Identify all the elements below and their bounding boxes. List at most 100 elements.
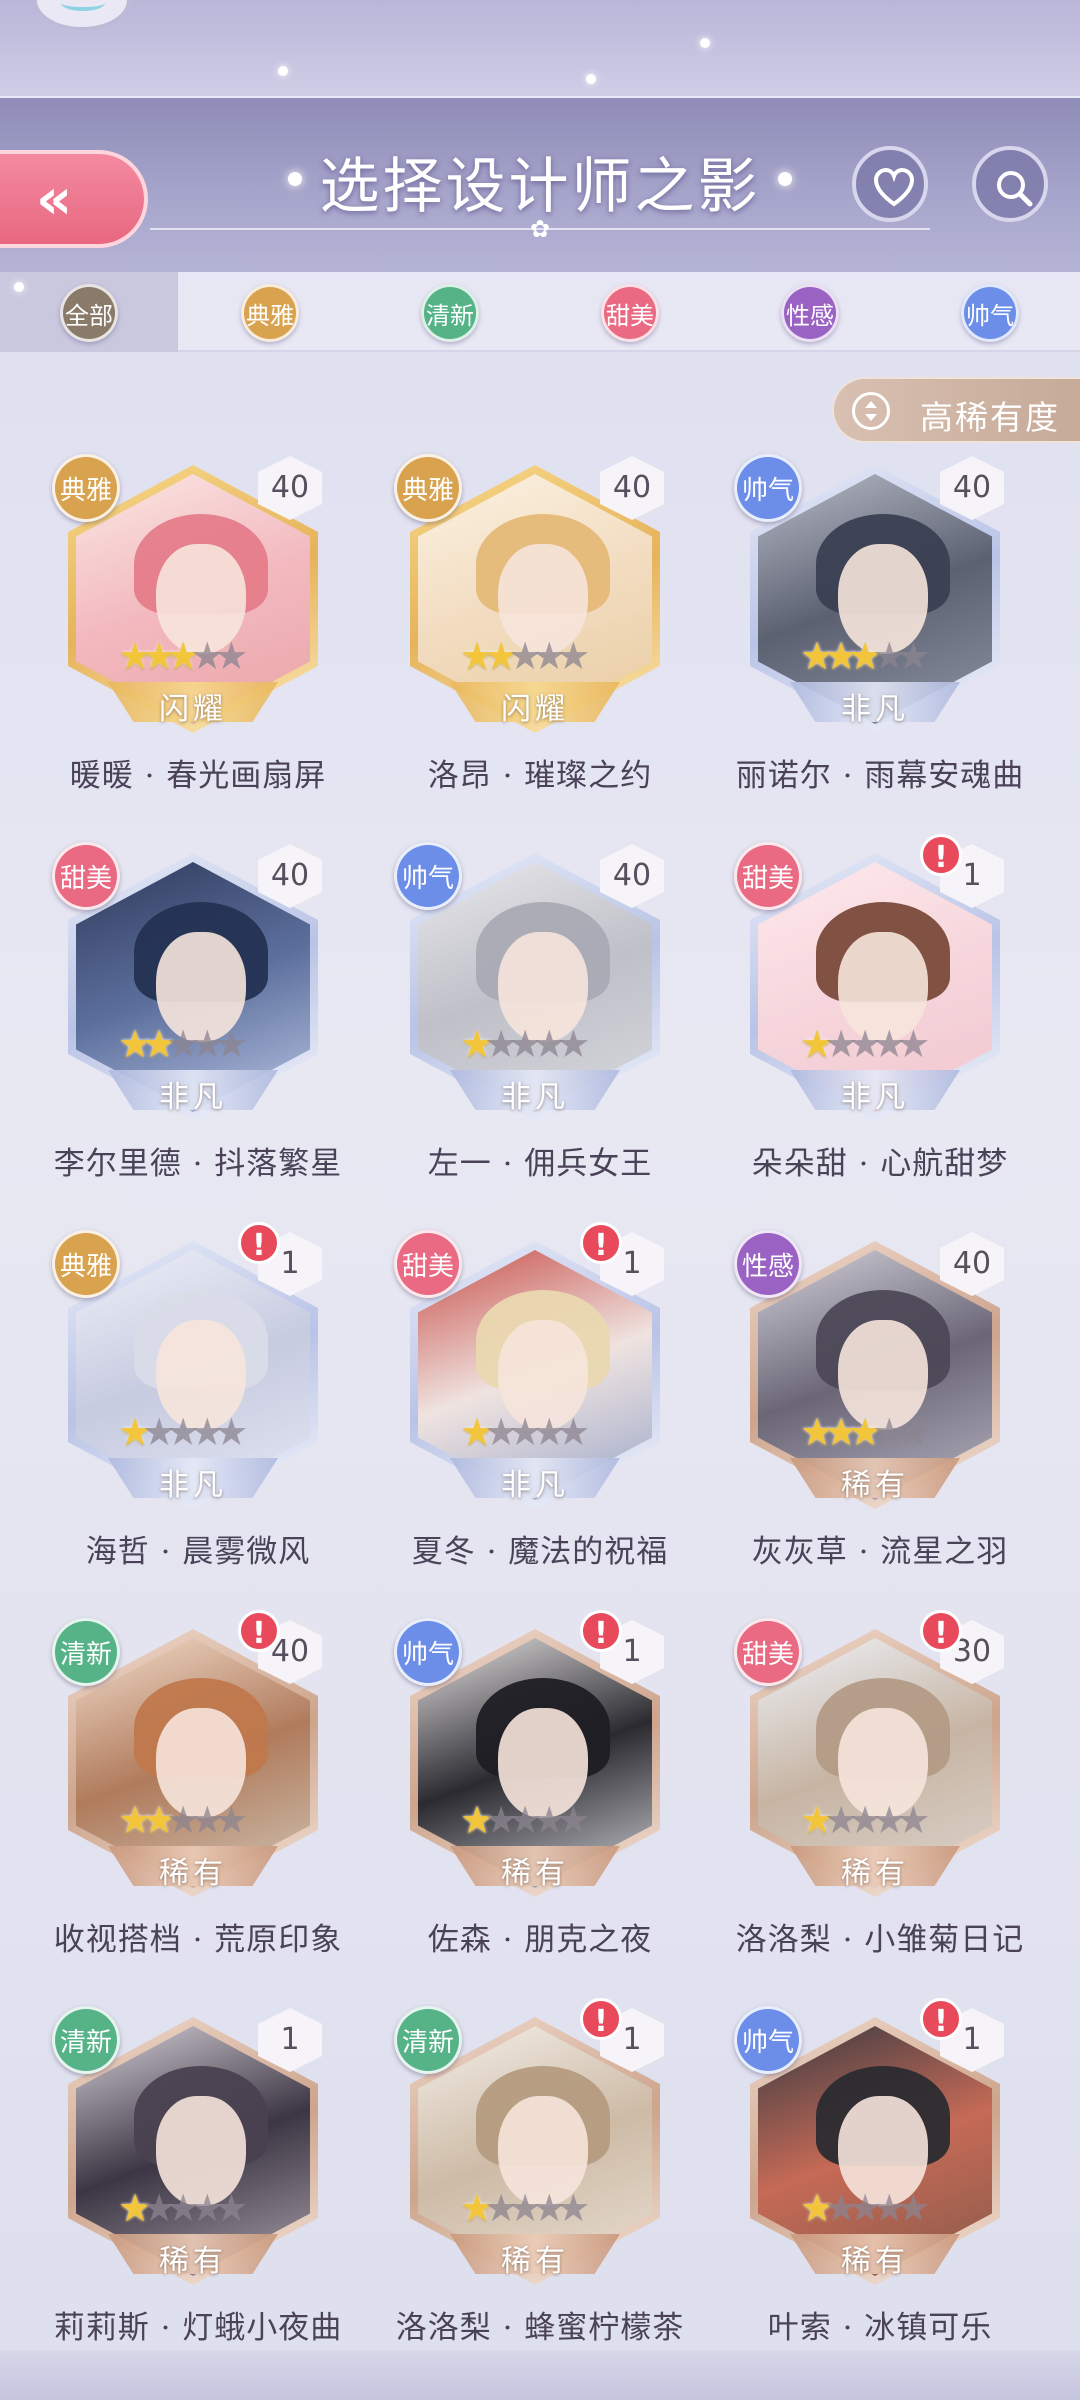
rarity-label: 非凡 <box>159 1080 227 1115</box>
star-rating: ★★★★★ <box>118 1800 288 1844</box>
star-icon: ★ <box>896 1022 931 1066</box>
alert-icon: ! <box>580 1998 622 2040</box>
card-name: 暖暖 · 春光画扇屏 <box>69 758 327 794</box>
card-name: 叶索 · 冰镇可乐 <box>767 2310 993 2346</box>
card-name: 李尔里德 · 抖落繁星 <box>53 1146 343 1182</box>
card-name: 洛洛梨 · 蜂蜜柠檬茶 <box>395 2310 685 2346</box>
designer-card[interactable]: ★★★★★ 稀有 帅气 1! 叶索 · 冰镇可乐 <box>730 1998 1030 2346</box>
star-icon: ★ <box>556 1022 591 1066</box>
designer-card[interactable]: ★★★★★ 非凡 甜美 40 李尔里德 · 抖落繁星 <box>48 838 348 1182</box>
sort-button[interactable]: 高稀有度 <box>832 377 1080 443</box>
star-icon: ★ <box>896 2186 931 2230</box>
star-rating: ★★★★★ <box>460 2188 630 2232</box>
top-status-strip <box>0 0 1080 96</box>
style-tag-badge: 典雅 <box>394 454 462 522</box>
star-icon: ★ <box>214 1022 249 1066</box>
star-rating: ★★★★★ <box>800 1412 970 1456</box>
card-name: 洛洛梨 · 小雏菊日记 <box>735 1922 1025 1958</box>
star-icon: ★ <box>896 634 931 678</box>
rarity-label: 闪耀 <box>501 692 569 727</box>
style-tag-badge: 帅气 <box>734 2006 802 2074</box>
filter-fresh[interactable]: 清新 <box>421 284 479 342</box>
designer-card[interactable]: ★★★★★ 稀有 清新 40! 收视搭档 · 荒原印象 <box>48 1610 348 1958</box>
rarity-label: 稀有 <box>841 2244 909 2279</box>
filter-sweet[interactable]: 甜美 <box>601 284 659 342</box>
rarity-label: 非凡 <box>501 1468 569 1503</box>
card-name: 灰灰草 · 流星之羽 <box>751 1534 1009 1570</box>
star-rating: ★★★★★ <box>800 1800 970 1844</box>
star-icon: ★ <box>556 1798 591 1842</box>
sparkle-decoration <box>586 74 596 84</box>
rarity-label: 非凡 <box>501 1080 569 1115</box>
designer-card[interactable]: ★★★★★ 闪耀 典雅 40 暖暖 · 春光画扇屏 <box>48 450 348 794</box>
star-icon: ★ <box>214 634 249 678</box>
filter-all[interactable]: 全部 <box>60 284 118 342</box>
heart-icon <box>873 167 915 207</box>
star-rating: ★★★★★ <box>118 2188 288 2232</box>
card-name: 收视搭档 · 荒原印象 <box>53 1922 343 1958</box>
designer-shadow-grid: ★★★★★ 闪耀 典雅 40 暖暖 · 春光画扇屏 ★★★★★ 闪耀 典雅 40 洛昂 · 璀璨之… <box>0 450 1080 2350</box>
star-rating: ★★★★★ <box>118 636 288 680</box>
filter-elegant[interactable]: 典雅 <box>241 284 299 342</box>
designer-card[interactable]: ★★★★★ 稀有 甜美 30! 洛洛梨 · 小雏菊日记 <box>730 1610 1030 1958</box>
star-rating: ★★★★★ <box>800 2188 970 2232</box>
star-rating: ★★★★★ <box>460 1800 630 1844</box>
alert-icon: ! <box>238 1610 280 1652</box>
designer-card[interactable]: ★★★★★ 非凡 帅气 40 丽诺尔 · 雨幕安魂曲 <box>730 450 1030 794</box>
alert-icon: ! <box>920 834 962 876</box>
designer-card[interactable]: ★★★★★ 稀有 性感 40 灰灰草 · 流星之羽 <box>730 1226 1030 1570</box>
star-icon: ★ <box>214 2186 249 2230</box>
sparkle-decoration <box>278 66 288 76</box>
star-rating: ★★★★★ <box>460 636 630 680</box>
back-button[interactable]: « <box>0 150 148 248</box>
style-tag-badge: 清新 <box>394 2006 462 2074</box>
style-tag-badge: 帅气 <box>734 454 802 522</box>
card-name: 朵朵甜 · 心航甜梦 <box>751 1146 1009 1182</box>
alert-icon: ! <box>580 1610 622 1652</box>
card-name: 海哲 · 晨雾微风 <box>85 1534 311 1570</box>
designer-card[interactable]: ★★★★★ 稀有 清新 1! 洛洛梨 · 蜂蜜柠檬茶 <box>390 1998 690 2346</box>
designer-card[interactable]: ★★★★★ 闪耀 典雅 40 洛昂 · 璀璨之约 <box>390 450 690 794</box>
star-rating: ★★★★★ <box>118 1024 288 1068</box>
alert-icon: ! <box>920 1998 962 2040</box>
favorites-button[interactable] <box>852 146 928 222</box>
star-icon: ★ <box>214 1410 249 1454</box>
rarity-label: 闪耀 <box>159 692 227 727</box>
search-button[interactable] <box>972 146 1048 222</box>
title-sparkle-right <box>778 172 792 186</box>
rarity-label: 非凡 <box>841 692 909 727</box>
card-name: 洛昂 · 璀璨之约 <box>427 758 653 794</box>
star-rating: ★★★★★ <box>460 1412 630 1456</box>
style-tag-badge: 甜美 <box>394 1230 462 1298</box>
style-tag-badge: 清新 <box>52 2006 120 2074</box>
star-icon: ★ <box>214 1798 249 1842</box>
designer-card[interactable]: ★★★★★ 稀有 清新 1 莉莉斯 · 灯蛾小夜曲 <box>48 2002 348 2346</box>
style-tag-badge: 典雅 <box>52 1230 120 1298</box>
style-tag-badge: 帅气 <box>394 842 462 910</box>
sort-label: 高稀有度 <box>920 398 1060 437</box>
star-icon: ★ <box>896 1410 931 1454</box>
designer-card[interactable]: ★★★★★ 非凡 帅气 40 左一 · 佣兵女王 <box>390 838 690 1182</box>
filter-sexy[interactable]: 性感 <box>781 284 839 342</box>
designer-card[interactable]: ★★★★★ 非凡 典雅 1! 海哲 · 晨雾微风 <box>48 1222 348 1570</box>
sort-toggle-icon <box>852 392 890 430</box>
filter-cool[interactable]: 帅气 <box>961 284 1019 342</box>
sparkle-decoration <box>700 38 710 48</box>
designer-card[interactable]: ★★★★★ 非凡 甜美 1! 夏冬 · 魔法的祝福 <box>390 1222 690 1570</box>
rarity-label: 稀有 <box>501 2244 569 2279</box>
card-name: 莉莉斯 · 灯蛾小夜曲 <box>53 2310 343 2346</box>
star-rating: ★★★★★ <box>800 636 970 680</box>
style-tag-badge: 甜美 <box>52 842 120 910</box>
designer-card[interactable]: ★★★★★ 非凡 甜美 1! 朵朵甜 · 心航甜梦 <box>730 834 1030 1182</box>
alert-icon: ! <box>238 1222 280 1264</box>
star-icon: ★ <box>556 634 591 678</box>
search-icon <box>997 171 1033 207</box>
style-tag-badge: 典雅 <box>52 454 120 522</box>
style-tag-badge: 帅气 <box>394 1618 462 1686</box>
star-icon: ★ <box>556 2186 591 2230</box>
star-icon: ★ <box>556 1410 591 1454</box>
rarity-label: 非凡 <box>841 1080 909 1115</box>
rarity-label: 稀有 <box>841 1468 909 1503</box>
designer-card[interactable]: ★★★★★ 稀有 帅气 1! 佐森 · 朋克之夜 <box>390 1610 690 1958</box>
card-name: 佐森 · 朋克之夜 <box>427 1922 653 1958</box>
